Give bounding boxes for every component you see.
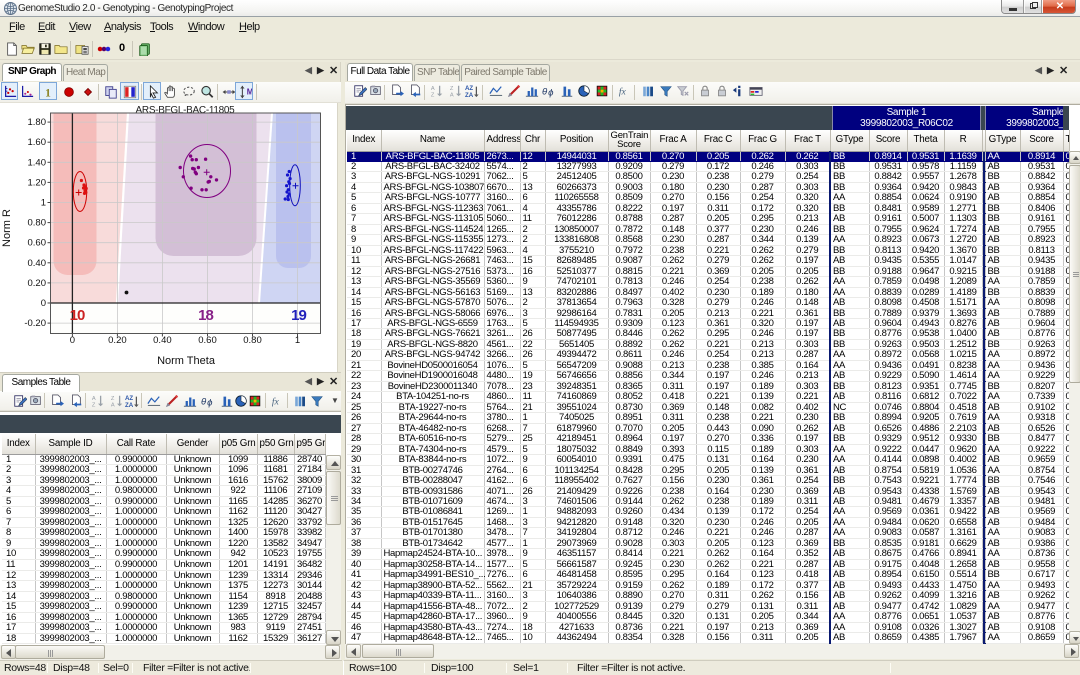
svg-text:ZA: ZA [125,402,134,408]
svg-text:Z: Z [111,396,115,402]
svg-text:fx: fx [272,397,280,408]
svg-text:1.80: 1.80 [28,117,47,128]
svg-text:1: 1 [295,335,300,346]
svg-text:A: A [111,402,115,408]
svg-text:0.60: 0.60 [198,335,217,346]
svg-text:fx: fx [619,87,627,98]
svg-text:ϕ: ϕ [548,87,554,98]
svg-text:0.80: 0.80 [243,335,262,346]
svg-text:19: 19 [291,307,306,324]
svg-text:1.60: 1.60 [28,137,47,148]
svg-text:1.40: 1.40 [28,157,47,168]
svg-text:Z: Z [92,402,96,408]
svg-text:18: 18 [198,307,213,324]
svg-text:0.80: 0.80 [28,218,47,229]
svg-text:0.20: 0.20 [108,335,127,346]
svg-text:θ: θ [542,87,548,98]
svg-text:A: A [450,92,454,98]
svg-text:Z: Z [450,86,454,92]
svg-text:Norm Theta: Norm Theta [157,355,216,367]
svg-text:AZ: AZ [125,395,133,402]
svg-text:10: 10 [70,307,85,324]
svg-text:0.60: 0.60 [28,238,47,249]
svg-text:AZ: AZ [465,85,473,92]
svg-text:1: 1 [45,87,51,99]
svg-text:-0.20: -0.20 [24,318,46,329]
svg-text:Norm R: Norm R [1,209,13,247]
svg-text:0.20: 0.20 [28,278,47,289]
svg-text:0.40: 0.40 [153,335,172,346]
svg-text:θ: θ [201,397,207,408]
svg-text:A: A [431,86,435,92]
svg-text:ZA: ZA [465,92,474,98]
svg-text:1: 1 [41,198,46,209]
svg-text:M: M [247,88,252,97]
svg-text:0: 0 [41,298,46,309]
svg-text:A: A [92,396,96,402]
svg-text:0: 0 [70,335,75,346]
svg-text:Z: Z [431,92,435,98]
svg-text:1.20: 1.20 [28,177,47,188]
svg-text:ϕ: ϕ [207,397,213,408]
svg-text:0.40: 0.40 [28,258,47,269]
